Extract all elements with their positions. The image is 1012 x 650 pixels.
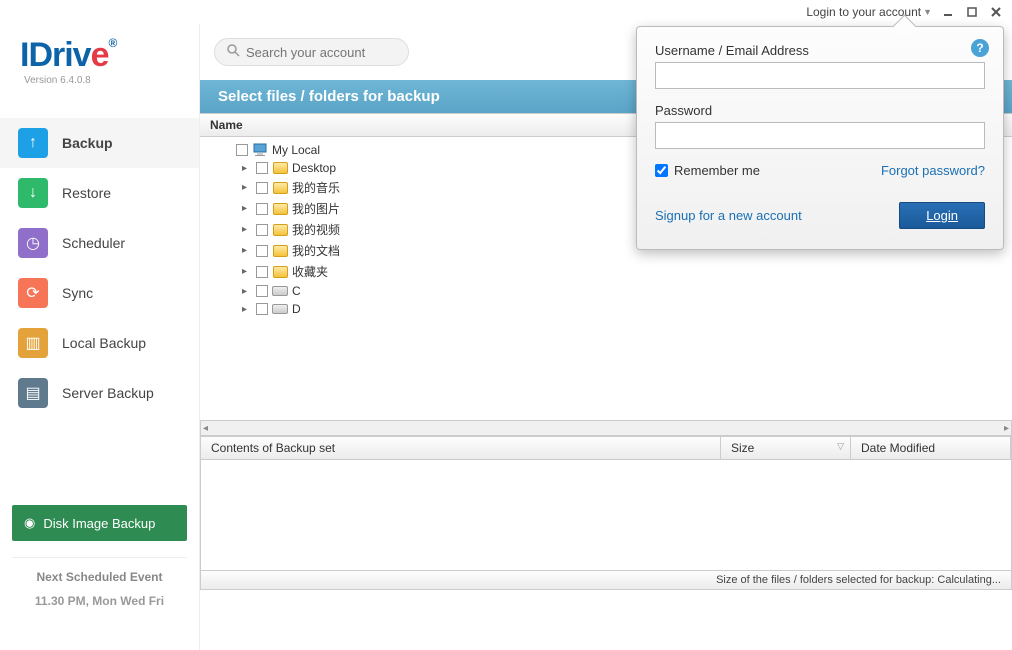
folder-icon xyxy=(272,161,288,175)
scheduler-icon: ◷ xyxy=(18,228,48,258)
tree-item-label: 我的视频 xyxy=(292,221,340,238)
username-input[interactable] xyxy=(655,62,985,89)
restore-icon: ↓ xyxy=(18,178,48,208)
col-size[interactable]: Size▽ xyxy=(721,437,851,459)
search-input[interactable] xyxy=(246,45,422,60)
forgot-password-link[interactable]: Forgot password? xyxy=(881,163,985,178)
expand-icon[interactable]: ▸ xyxy=(242,245,252,256)
signup-link[interactable]: Signup for a new account xyxy=(655,208,802,223)
tree-item-label: 我的文档 xyxy=(292,242,340,259)
search-box[interactable] xyxy=(214,38,409,66)
tree-item-label: Desktop xyxy=(292,161,336,175)
backup-icon: ↑ xyxy=(18,128,48,158)
disk-icon: ◉ xyxy=(24,515,35,531)
expand-icon[interactable]: ▸ xyxy=(242,304,252,315)
drive-icon xyxy=(272,302,288,316)
col-date[interactable]: Date Modified xyxy=(851,437,1011,459)
expand-icon[interactable]: ▸ xyxy=(242,182,252,193)
disk-image-backup-button[interactable]: ◉ Disk Image Backup xyxy=(12,505,187,541)
contents-body xyxy=(200,460,1012,570)
tree-item-label: D xyxy=(292,302,301,316)
tree-item-label: C xyxy=(292,284,301,298)
sort-icon: ▽ xyxy=(837,441,844,452)
tree-item[interactable]: ▸ 收藏夹 xyxy=(200,261,1012,282)
checkbox[interactable] xyxy=(256,182,268,194)
folder-icon xyxy=(272,181,288,195)
expand-icon[interactable]: ▸ xyxy=(242,286,252,297)
login-account-link[interactable]: Login to your account ▼ xyxy=(806,5,932,19)
computer-icon xyxy=(252,143,268,157)
folder-icon xyxy=(272,244,288,258)
logo: IDrive® Version 6.4.0.8 xyxy=(0,24,199,90)
tree-item[interactable]: ▸D xyxy=(200,300,1012,318)
folder-icon xyxy=(272,223,288,237)
nav-scheduler[interactable]: ◷Scheduler xyxy=(0,218,199,268)
help-icon[interactable]: ? xyxy=(971,39,989,57)
folder-icon xyxy=(272,202,288,216)
checkbox[interactable] xyxy=(236,144,248,156)
remember-me-checkbox[interactable]: Remember me xyxy=(655,163,760,178)
nav-server-backup[interactable]: ▤Server Backup xyxy=(0,368,199,418)
nav-backup[interactable]: ↑Backup xyxy=(0,118,199,168)
search-icon xyxy=(227,44,240,60)
tree-item-label: 我的图片 xyxy=(292,200,340,217)
checkbox[interactable] xyxy=(256,245,268,257)
folder-icon xyxy=(272,265,288,279)
expand-icon[interactable]: ▸ xyxy=(242,224,252,235)
close-button[interactable] xyxy=(988,4,1004,20)
checkbox[interactable] xyxy=(256,162,268,174)
login-button[interactable]: Login xyxy=(899,202,985,229)
sidebar: IDrive® Version 6.4.0.8 ↑Backup ↓Restore… xyxy=(0,24,200,650)
minimize-button[interactable] xyxy=(940,4,956,20)
nav-restore[interactable]: ↓Restore xyxy=(0,168,199,218)
titlebar: Login to your account ▼ xyxy=(0,0,1012,24)
status-bar: Size of the files / folders selected for… xyxy=(200,570,1012,590)
sync-icon: ⟳ xyxy=(18,278,48,308)
expand-icon[interactable]: ▸ xyxy=(242,266,252,277)
checkbox[interactable] xyxy=(256,224,268,236)
expand-icon[interactable]: ▸ xyxy=(242,203,252,214)
checkbox[interactable] xyxy=(256,203,268,215)
login-popup: ? Username / Email Address Password Reme… xyxy=(636,26,1004,250)
checkbox[interactable] xyxy=(256,303,268,315)
nav: ↑Backup ↓Restore ◷Scheduler ⟳Sync ▥Local… xyxy=(0,118,199,418)
maximize-button[interactable] xyxy=(964,4,980,20)
drive-icon xyxy=(272,284,288,298)
version-text: Version 6.4.0.8 xyxy=(24,75,179,86)
local-backup-icon: ▥ xyxy=(18,328,48,358)
checkbox[interactable] xyxy=(256,285,268,297)
horizontal-scrollbar[interactable]: ◂▸ xyxy=(200,420,1012,436)
password-label: Password xyxy=(655,103,985,118)
checkbox[interactable] xyxy=(256,266,268,278)
nav-sync[interactable]: ⟳Sync xyxy=(0,268,199,318)
nav-local-backup[interactable]: ▥Local Backup xyxy=(0,318,199,368)
contents-header: Contents of Backup set Size▽ Date Modifi… xyxy=(200,436,1012,460)
tree-item-label: 收藏夹 xyxy=(292,263,328,280)
password-input[interactable] xyxy=(655,122,985,149)
tree-item[interactable]: ▸C xyxy=(200,282,1012,300)
server-backup-icon: ▤ xyxy=(18,378,48,408)
expand-icon[interactable]: ▸ xyxy=(242,163,252,174)
dropdown-icon: ▼ xyxy=(923,7,932,17)
col-contents[interactable]: Contents of Backup set xyxy=(201,437,721,459)
tree-item-label: 我的音乐 xyxy=(292,179,340,196)
schedule-info: Next Scheduled Event 11.30 PM, Mon Wed F… xyxy=(12,557,187,638)
username-label: Username / Email Address xyxy=(655,43,985,58)
